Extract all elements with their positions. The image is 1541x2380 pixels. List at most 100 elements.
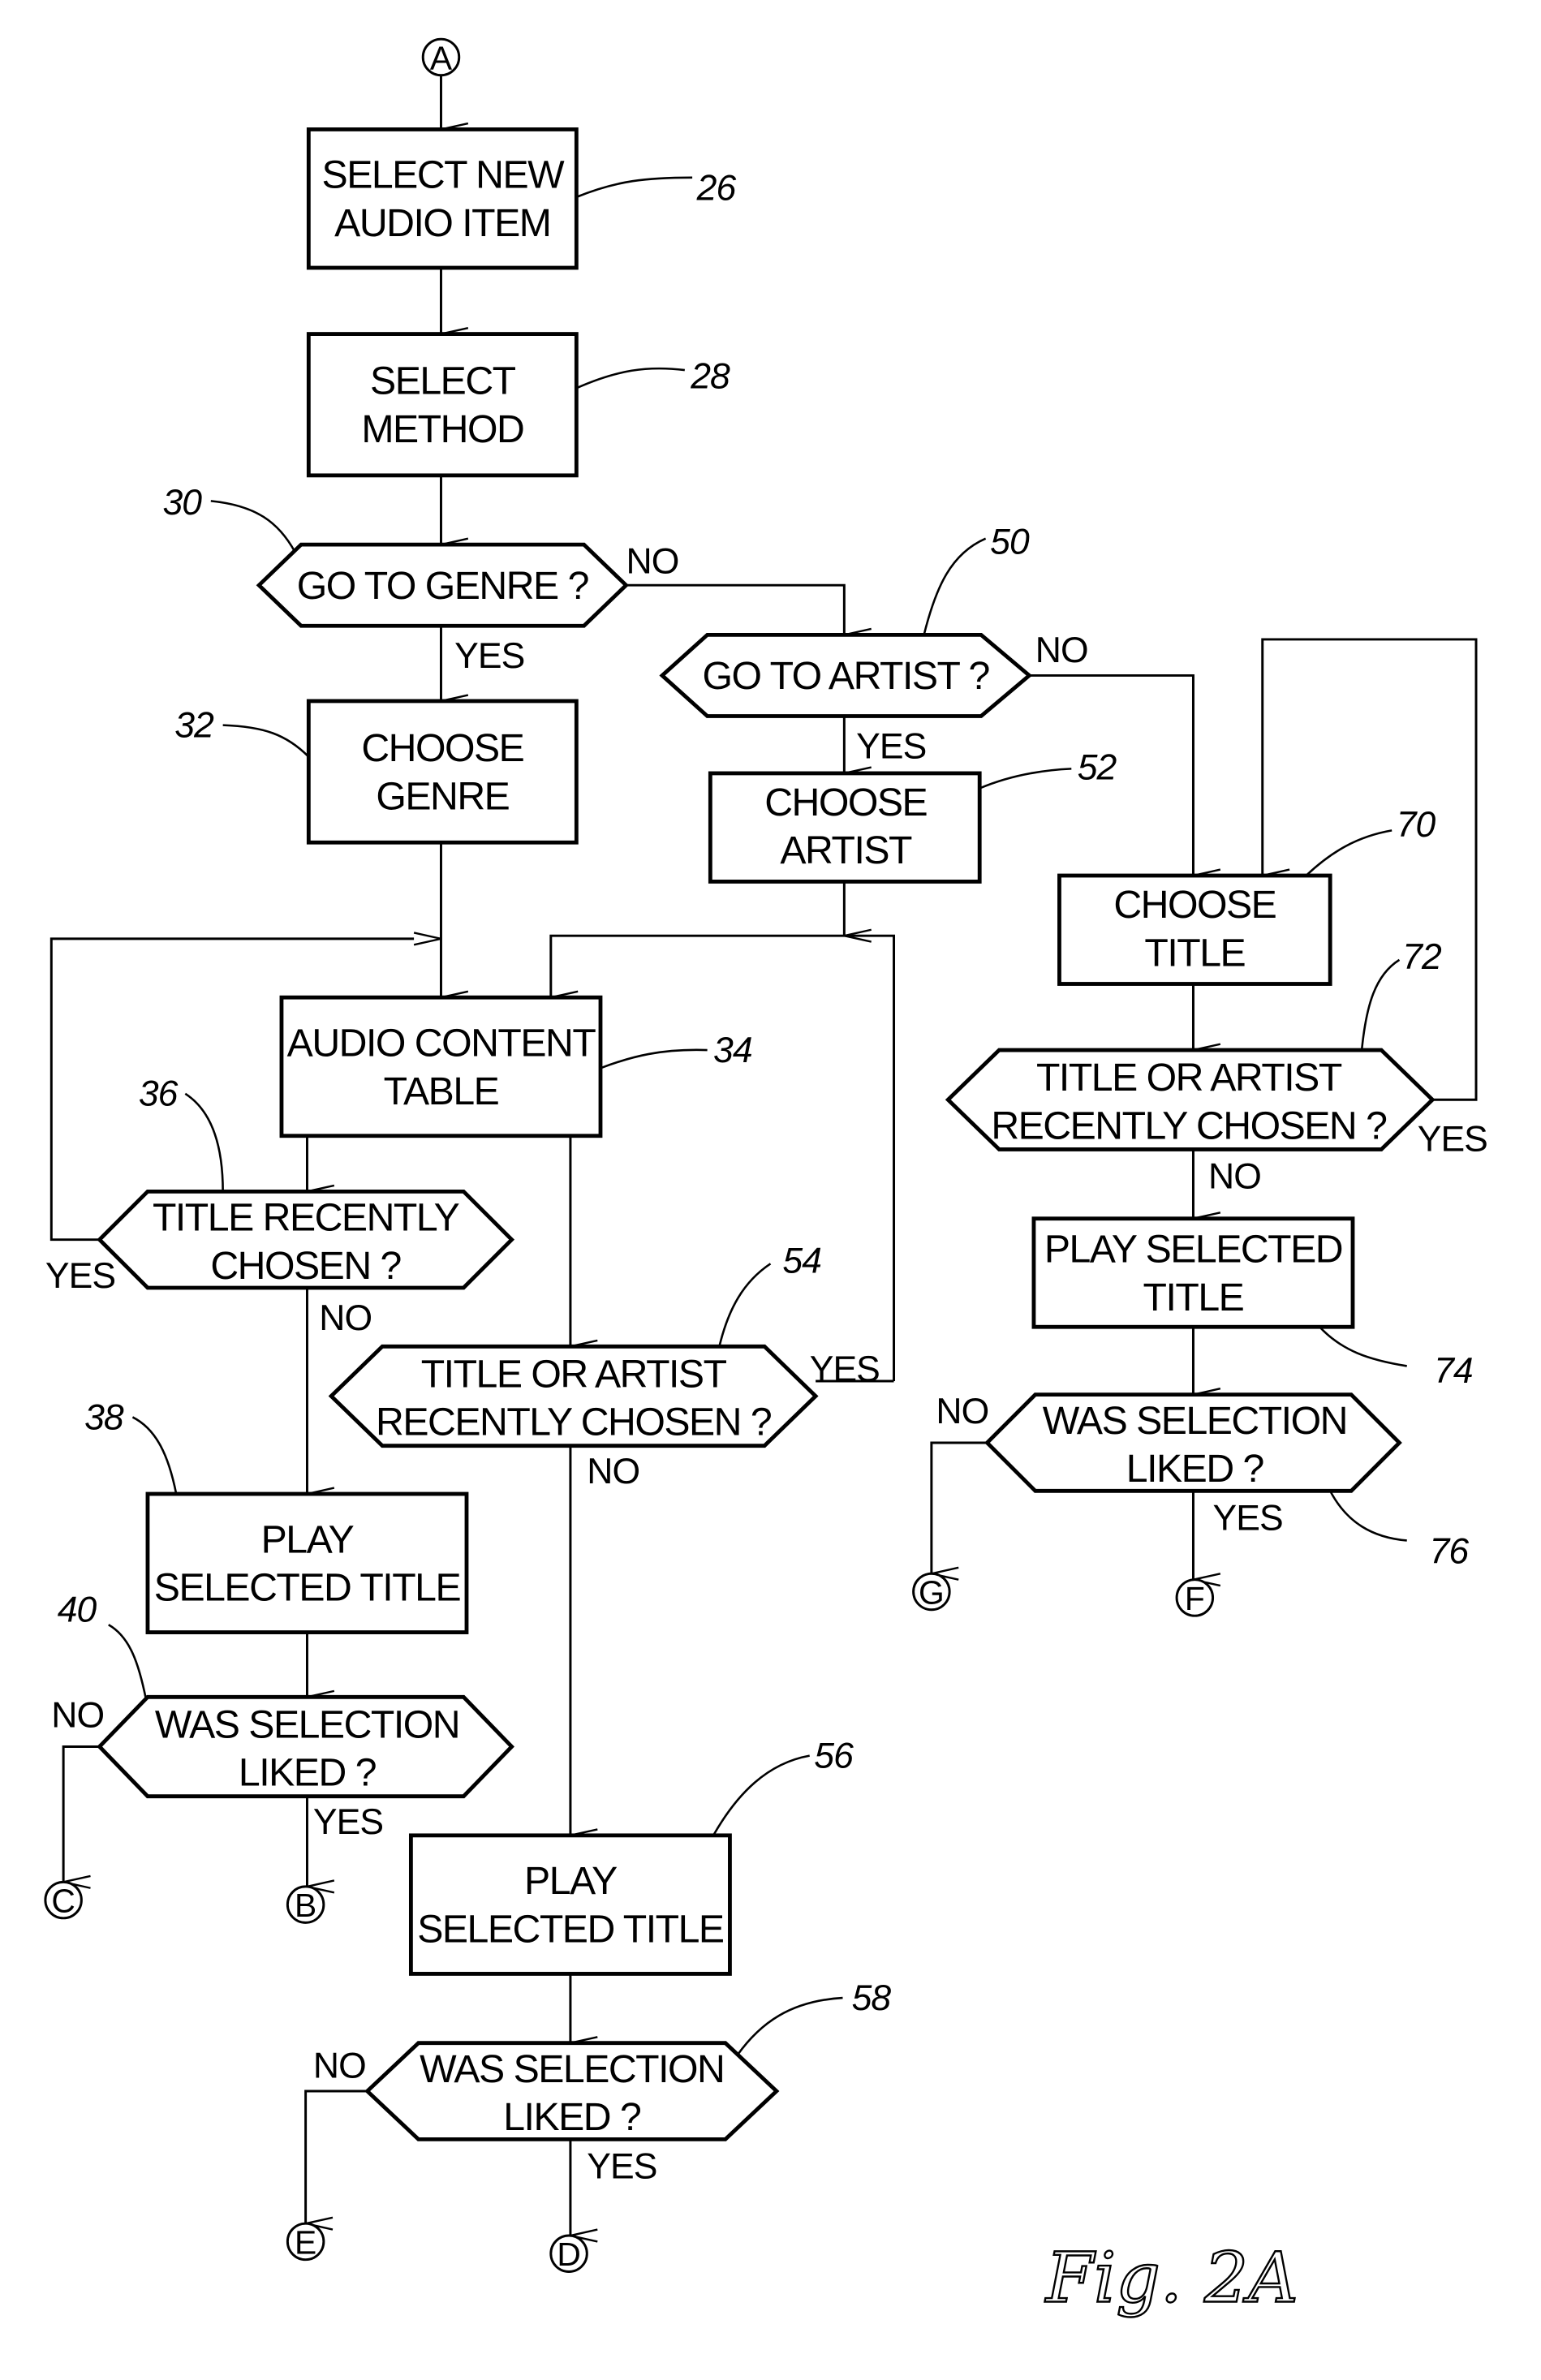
step-74-line-1: PLAY SELECTED — [1044, 1227, 1342, 1271]
connector-a-label: A — [430, 39, 453, 76]
step-32-line-1: CHOOSE — [361, 726, 523, 770]
step-74-line-2: TITLE — [1143, 1276, 1244, 1319]
decision-76-was-selection-liked: WAS SELECTION LIKED ? — [984, 1392, 1402, 1493]
decision-40-line-2: LIKED ? — [239, 1751, 377, 1795]
ref-74: 74 — [1434, 1351, 1473, 1391]
decision-54-line-1: TITLE OR ARTIST — [421, 1352, 727, 1396]
decision-76-line-2: LIKED ? — [1126, 1447, 1264, 1491]
connector-e-label: E — [295, 2223, 316, 2261]
decision-72-line-2: RECENTLY CHOSEN ? — [991, 1104, 1387, 1147]
decision-50-no-label: NO — [1035, 631, 1088, 670]
ref-50: 50 — [990, 522, 1030, 562]
leader-70 — [1305, 829, 1392, 876]
flowchart: A SELECT NEW AUDIO ITEM 26 SELECT METHOD… — [44, 37, 1488, 2320]
step-32-choose-genre: CHOOSE GENRE — [306, 699, 579, 845]
decision-36-yes-label: YES — [45, 1256, 115, 1296]
leader-28 — [575, 367, 685, 389]
decision-58-yes-label: YES — [587, 2147, 656, 2187]
decision-30-go-to-genre: GO TO GENRE ? — [256, 542, 629, 628]
leader-40 — [108, 1624, 148, 1701]
decision-36-no-label: NO — [319, 1298, 372, 1338]
decision-58-no-label: NO — [313, 2046, 366, 2085]
step-56-line-1: PLAY — [524, 1859, 618, 1903]
ref-54: 54 — [782, 1241, 821, 1280]
step-28-select-method: SELECT METHOD — [306, 332, 579, 478]
leader-34 — [600, 1048, 708, 1069]
step-56-line-2: SELECTED TITLE — [417, 1907, 724, 1951]
step-70-choose-title: CHOOSE TITLE — [1057, 873, 1332, 986]
connector-e: E — [286, 2222, 325, 2261]
step-52-line-2: ARTIST — [780, 828, 912, 872]
arrow-30-no-to-50 — [626, 583, 872, 642]
arrow-40-no-to-c — [62, 1745, 100, 1889]
step-26-line-2: AUDIO ITEM — [334, 201, 550, 245]
decision-36-line-1: TITLE RECENTLY — [153, 1196, 460, 1240]
decision-72-line-1: TITLE OR ARTIST — [1036, 1056, 1342, 1100]
decision-40-was-selection-liked: WAS SELECTION LIKED ? — [97, 1694, 514, 1799]
ref-56: 56 — [814, 1736, 854, 1775]
decision-72-title-or-artist-recently-chosen: TITLE OR ARTIST RECENTLY CHOSEN ? — [945, 1048, 1436, 1151]
decision-50-yes-label: YES — [856, 726, 926, 766]
step-38-play-selected-title: PLAY SELECTED TITLE — [145, 1491, 469, 1634]
step-74-play-selected-title: PLAY SELECTED TITLE — [1031, 1216, 1355, 1329]
decision-76-line-1: WAS SELECTION — [1043, 1399, 1347, 1443]
connector-f: F — [1175, 1578, 1215, 1617]
step-34-audio-content-table: AUDIO CONTENT TABLE — [279, 995, 603, 1138]
arrow-76-no-to-g — [930, 1441, 988, 1581]
ref-32: 32 — [174, 705, 214, 745]
decision-58-was-selection-liked: WAS SELECTION LIKED ? — [364, 2041, 780, 2141]
step-52-choose-artist: CHOOSE ARTIST — [708, 771, 982, 884]
decision-76-no-label: NO — [936, 1392, 988, 1431]
ref-34: 34 — [713, 1031, 752, 1070]
connector-b: B — [286, 1885, 325, 1924]
step-34-line-1: AUDIO CONTENT — [287, 1021, 596, 1065]
step-38-line-1: PLAY — [261, 1517, 355, 1561]
step-26-select-new-audio-item: SELECT NEW AUDIO ITEM — [306, 127, 579, 270]
decision-54-no-label: NO — [587, 1452, 639, 1491]
arrow-58-no-to-e — [304, 2089, 368, 2231]
step-70-line-2: TITLE — [1144, 931, 1245, 975]
step-52-line-1: CHOOSE — [764, 781, 927, 824]
decision-40-yes-label: YES — [313, 1802, 383, 1842]
ref-70: 70 — [1397, 805, 1436, 845]
ref-72: 72 — [1402, 937, 1442, 977]
ref-52: 52 — [1078, 747, 1117, 787]
decision-50-label: GO TO ARTIST ? — [703, 654, 990, 698]
ref-28: 28 — [690, 356, 730, 396]
leader-26 — [575, 176, 693, 199]
connector-d-label: D — [557, 2236, 580, 2273]
ref-36: 36 — [139, 1074, 179, 1114]
step-56-play-selected-title: PLAY SELECTED TITLE — [408, 1833, 732, 1976]
leader-74 — [1319, 1326, 1407, 1367]
step-70-line-1: CHOOSE — [1113, 883, 1276, 927]
decision-54-title-or-artist-recently-chosen: TITLE OR ARTIST RECENTLY CHOSEN ? — [328, 1344, 819, 1448]
ref-38: 38 — [84, 1397, 124, 1437]
leader-54 — [718, 1263, 772, 1347]
leader-56 — [712, 1754, 810, 1836]
decision-30-label: GO TO GENRE ? — [297, 564, 589, 608]
leader-76 — [1329, 1490, 1407, 1542]
leader-36 — [184, 1092, 224, 1192]
decision-72-no-label: NO — [1208, 1157, 1261, 1197]
leader-52 — [979, 768, 1072, 790]
connector-b-label: B — [295, 1887, 316, 1924]
ref-58: 58 — [852, 1978, 892, 2018]
arrow-72-yes-loop — [1261, 638, 1478, 1101]
step-34-line-2: TABLE — [384, 1069, 499, 1113]
connector-c-label: C — [51, 1882, 75, 1919]
connector-g-label: G — [919, 1573, 945, 1611]
decision-72-yes-label: YES — [1418, 1119, 1487, 1159]
decision-36-title-recently-chosen: TITLE RECENTLY CHOSEN ? — [97, 1189, 515, 1290]
ref-76: 76 — [1430, 1531, 1470, 1571]
step-28-line-2: METHOD — [361, 407, 523, 451]
leader-30 — [210, 500, 296, 553]
decision-40-no-label: NO — [51, 1695, 104, 1735]
decision-40-line-1: WAS SELECTION — [155, 1702, 459, 1746]
leader-72 — [1360, 958, 1401, 1051]
step-38-line-2: SELECTED TITLE — [154, 1566, 461, 1610]
leader-50 — [923, 537, 987, 635]
decision-58-line-1: WAS SELECTION — [420, 2047, 724, 2091]
connector-a: A — [421, 37, 461, 76]
connector-d: D — [549, 2234, 588, 2273]
decision-54-line-2: RECENTLY CHOSEN ? — [376, 1401, 772, 1444]
